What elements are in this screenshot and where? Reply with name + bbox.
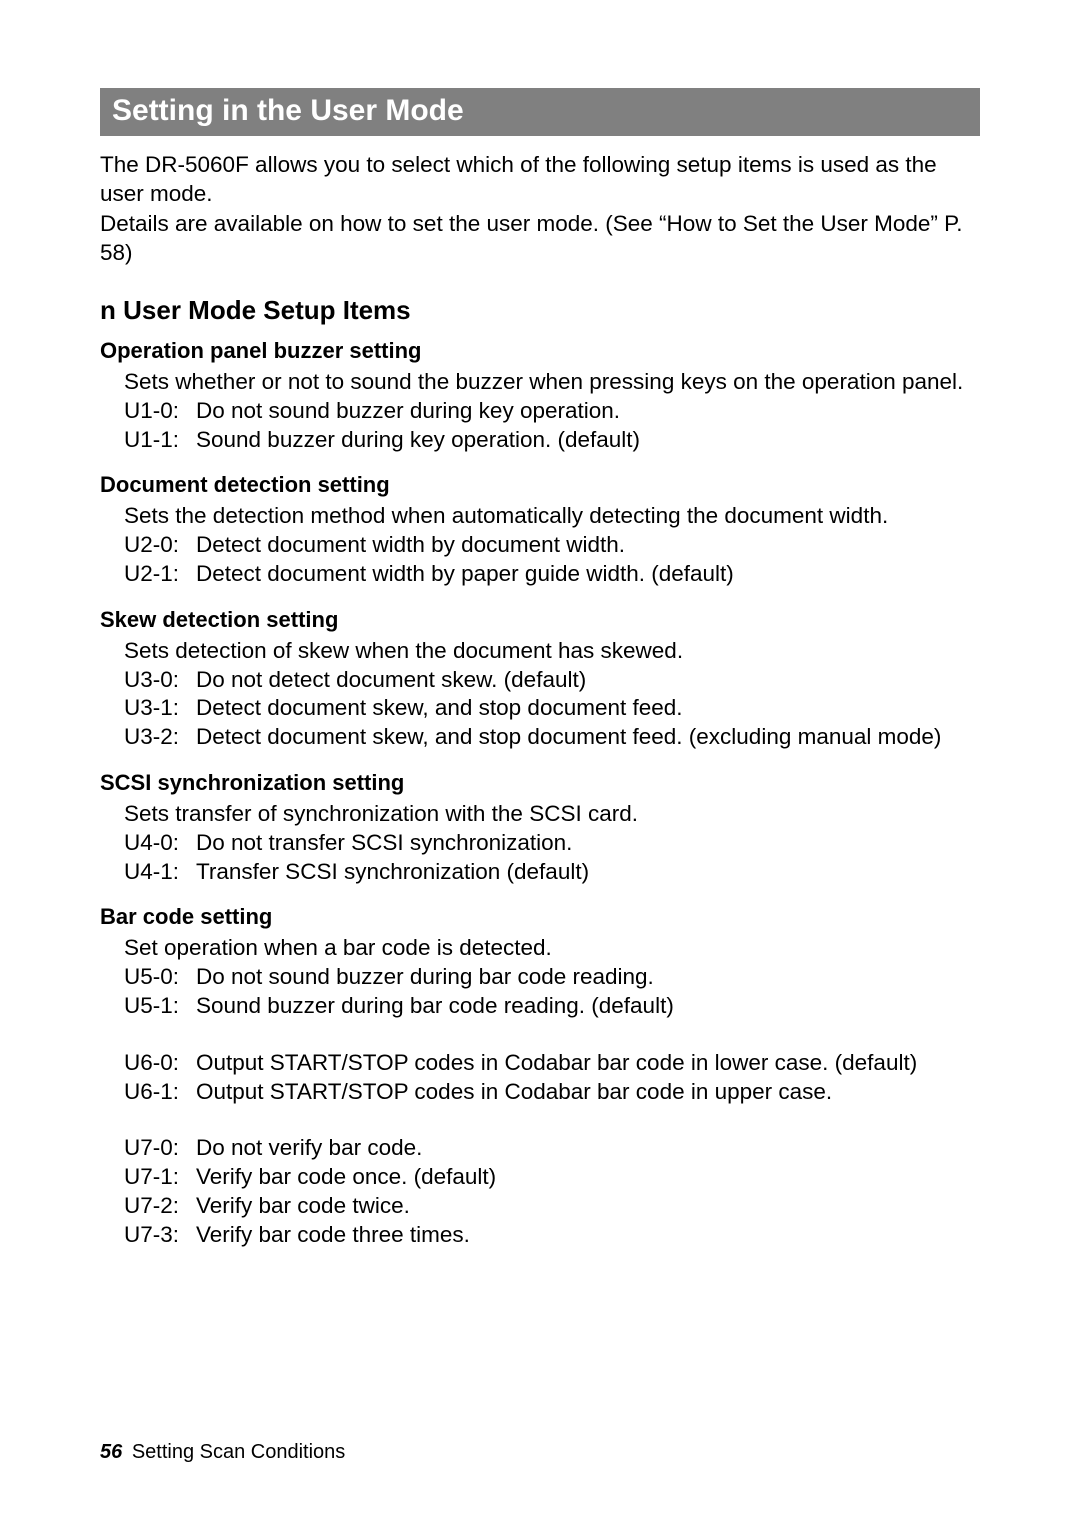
item-key: U4-0: bbox=[124, 829, 196, 858]
page-number: 56 bbox=[100, 1441, 122, 1463]
section-title: Bar code setting bbox=[100, 904, 980, 930]
section-title: Skew detection setting bbox=[100, 607, 980, 633]
item-key: U7-0: bbox=[124, 1134, 196, 1163]
page-footer: 56 Setting Scan Conditions bbox=[100, 1441, 345, 1464]
item-value: Output START/STOP codes in Codabar bar c… bbox=[196, 1049, 980, 1078]
item-value: Detect document skew, and stop document … bbox=[196, 723, 980, 752]
list-item: U6-0:Output START/STOP codes in Codabar … bbox=[124, 1049, 980, 1078]
list-item: U5-0:Do not sound buzzer during bar code… bbox=[124, 963, 980, 992]
list-item: U3-2:Detect document skew, and stop docu… bbox=[124, 723, 980, 752]
intro-line-2: Details are available on how to set the … bbox=[100, 209, 980, 268]
subheading: n User Mode Setup Items bbox=[100, 295, 980, 326]
list-item: U6-1:Output START/STOP codes in Codabar … bbox=[124, 1078, 980, 1107]
item-key: U4-1: bbox=[124, 858, 196, 887]
item-key: U1-1: bbox=[124, 426, 196, 455]
list-item: U7-1:Verify bar code once. (default) bbox=[124, 1163, 980, 1192]
item-key: U6-0: bbox=[124, 1049, 196, 1078]
item-value: Do not detect document skew. (default) bbox=[196, 666, 980, 695]
section-title: Document detection setting bbox=[100, 472, 980, 498]
section-document-detection: Document detection setting Sets the dete… bbox=[100, 472, 980, 588]
section-buzzer: Operation panel buzzer setting Sets whet… bbox=[100, 338, 980, 454]
section-scsi-sync: SCSI synchronization setting Sets transf… bbox=[100, 770, 980, 886]
list-item: U1-1:Sound buzzer during key operation. … bbox=[124, 426, 980, 455]
item-value: Transfer SCSI synchronization (default) bbox=[196, 858, 980, 887]
item-value: Do not transfer SCSI synchronization. bbox=[196, 829, 980, 858]
section-body: Set operation when a bar code is detecte… bbox=[100, 934, 980, 1249]
spacer bbox=[124, 1106, 980, 1134]
section-desc: Sets the detection method when automatic… bbox=[124, 502, 980, 531]
item-value: Sound buzzer during key operation. (defa… bbox=[196, 426, 980, 455]
list-item: U4-1:Transfer SCSI synchronization (defa… bbox=[124, 858, 980, 887]
item-key: U3-1: bbox=[124, 694, 196, 723]
item-value: Verify bar code once. (default) bbox=[196, 1163, 980, 1192]
intro-block: The DR-5060F allows you to select which … bbox=[100, 150, 980, 267]
page-title: Setting in the User Mode bbox=[112, 94, 464, 127]
section-title: SCSI synchronization setting bbox=[100, 770, 980, 796]
section-body: Sets detection of skew when the document… bbox=[100, 637, 980, 752]
list-item: U2-0:Detect document width by document w… bbox=[124, 531, 980, 560]
item-value: Detect document width by paper guide wid… bbox=[196, 560, 980, 589]
footer-text: Setting Scan Conditions bbox=[132, 1441, 345, 1463]
page: Setting in the User Mode The DR-5060F al… bbox=[0, 0, 1080, 1526]
list-item: U5-1:Sound buzzer during bar code readin… bbox=[124, 992, 980, 1021]
item-value: Sound buzzer during bar code reading. (d… bbox=[196, 992, 980, 1021]
section-body: Sets transfer of synchronization with th… bbox=[100, 800, 980, 886]
list-item: U3-1:Detect document skew, and stop docu… bbox=[124, 694, 980, 723]
item-key: U5-1: bbox=[124, 992, 196, 1021]
list-item: U7-0:Do not verify bar code. bbox=[124, 1134, 980, 1163]
section-desc: Set operation when a bar code is detecte… bbox=[124, 934, 980, 963]
spacer bbox=[124, 1021, 980, 1049]
section-desc: Sets whether or not to sound the buzzer … bbox=[124, 368, 980, 397]
item-key: U2-1: bbox=[124, 560, 196, 589]
section-title: Operation panel buzzer setting bbox=[100, 338, 980, 364]
item-value: Output START/STOP codes in Codabar bar c… bbox=[196, 1078, 980, 1107]
section-bar-code: Bar code setting Set operation when a ba… bbox=[100, 904, 980, 1249]
item-key: U5-0: bbox=[124, 963, 196, 992]
item-key: U3-0: bbox=[124, 666, 196, 695]
subheading-text: User Mode Setup Items bbox=[123, 295, 411, 325]
intro-line-1: The DR-5060F allows you to select which … bbox=[100, 150, 980, 209]
section-desc: Sets detection of skew when the document… bbox=[124, 637, 980, 666]
list-item: U1-0:Do not sound buzzer during key oper… bbox=[124, 397, 980, 426]
list-item: U3-0:Do not detect document skew. (defau… bbox=[124, 666, 980, 695]
section-desc: Sets transfer of synchronization with th… bbox=[124, 800, 980, 829]
item-value: Do not sound buzzer during key operation… bbox=[196, 397, 980, 426]
list-item: U4-0:Do not transfer SCSI synchronizatio… bbox=[124, 829, 980, 858]
item-value: Do not verify bar code. bbox=[196, 1134, 980, 1163]
item-key: U1-0: bbox=[124, 397, 196, 426]
item-key: U7-1: bbox=[124, 1163, 196, 1192]
item-value: Do not sound buzzer during bar code read… bbox=[196, 963, 980, 992]
item-key: U7-2: bbox=[124, 1192, 196, 1221]
item-value: Verify bar code three times. bbox=[196, 1221, 980, 1250]
section-body: Sets whether or not to sound the buzzer … bbox=[100, 368, 980, 454]
subheading-prefix: n bbox=[100, 295, 116, 325]
list-item: U7-2:Verify bar code twice. bbox=[124, 1192, 980, 1221]
item-value: Detect document width by document width. bbox=[196, 531, 980, 560]
section-skew-detection: Skew detection setting Sets detection of… bbox=[100, 607, 980, 752]
list-item: U7-3:Verify bar code three times. bbox=[124, 1221, 980, 1250]
list-item: U2-1:Detect document width by paper guid… bbox=[124, 560, 980, 589]
item-value: Detect document skew, and stop document … bbox=[196, 694, 980, 723]
item-key: U2-0: bbox=[124, 531, 196, 560]
item-key: U3-2: bbox=[124, 723, 196, 752]
item-value: Verify bar code twice. bbox=[196, 1192, 980, 1221]
page-title-bar: Setting in the User Mode bbox=[100, 88, 980, 136]
item-key: U7-3: bbox=[124, 1221, 196, 1250]
section-body: Sets the detection method when automatic… bbox=[100, 502, 980, 588]
item-key: U6-1: bbox=[124, 1078, 196, 1107]
